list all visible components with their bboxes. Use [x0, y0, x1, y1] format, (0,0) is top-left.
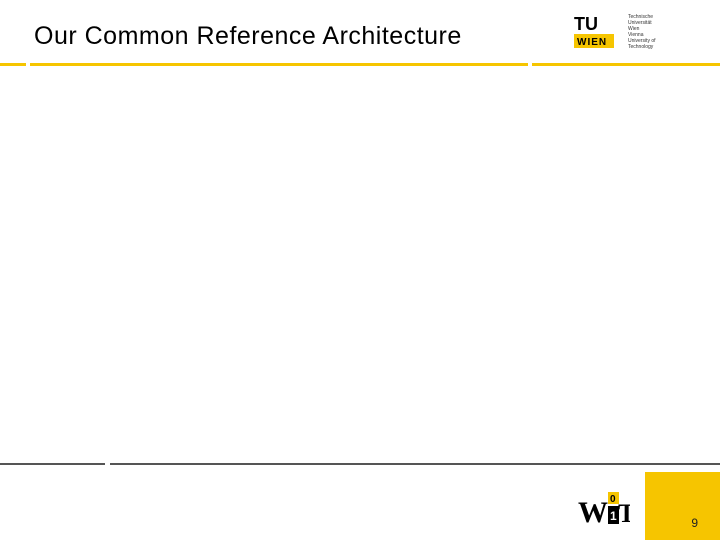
svg-text:T: T: [618, 499, 630, 528]
footer-rule-main: [110, 463, 720, 465]
tu-wien-logo: TU WIEN Technische Universität Wien Vien…: [574, 14, 684, 50]
tu-logo-text: Technische Universität Wien Vienna Unive…: [628, 14, 656, 50]
footer-accent-block: [645, 472, 720, 540]
header-rule-left: [0, 63, 26, 66]
svg-text:TU: TU: [574, 14, 598, 34]
page-title: Our Common Reference Architecture: [34, 22, 462, 51]
svg-text:0: 0: [610, 494, 616, 505]
svg-text:W: W: [578, 496, 608, 529]
footer-rule-left: [0, 463, 105, 465]
header-rule-right: [532, 63, 720, 66]
tu-text-line: Technology: [628, 44, 656, 50]
slide: Our Common Reference Architecture TU WIE…: [0, 0, 720, 540]
wit-logo-icon: W 0 1 T: [578, 486, 630, 530]
header-rule-main: [30, 63, 528, 66]
svg-text:1: 1: [610, 509, 617, 523]
page-number: 9: [691, 516, 698, 530]
tu-logo-icon: TU WIEN: [574, 14, 622, 50]
svg-text:WIEN: WIEN: [577, 37, 607, 48]
